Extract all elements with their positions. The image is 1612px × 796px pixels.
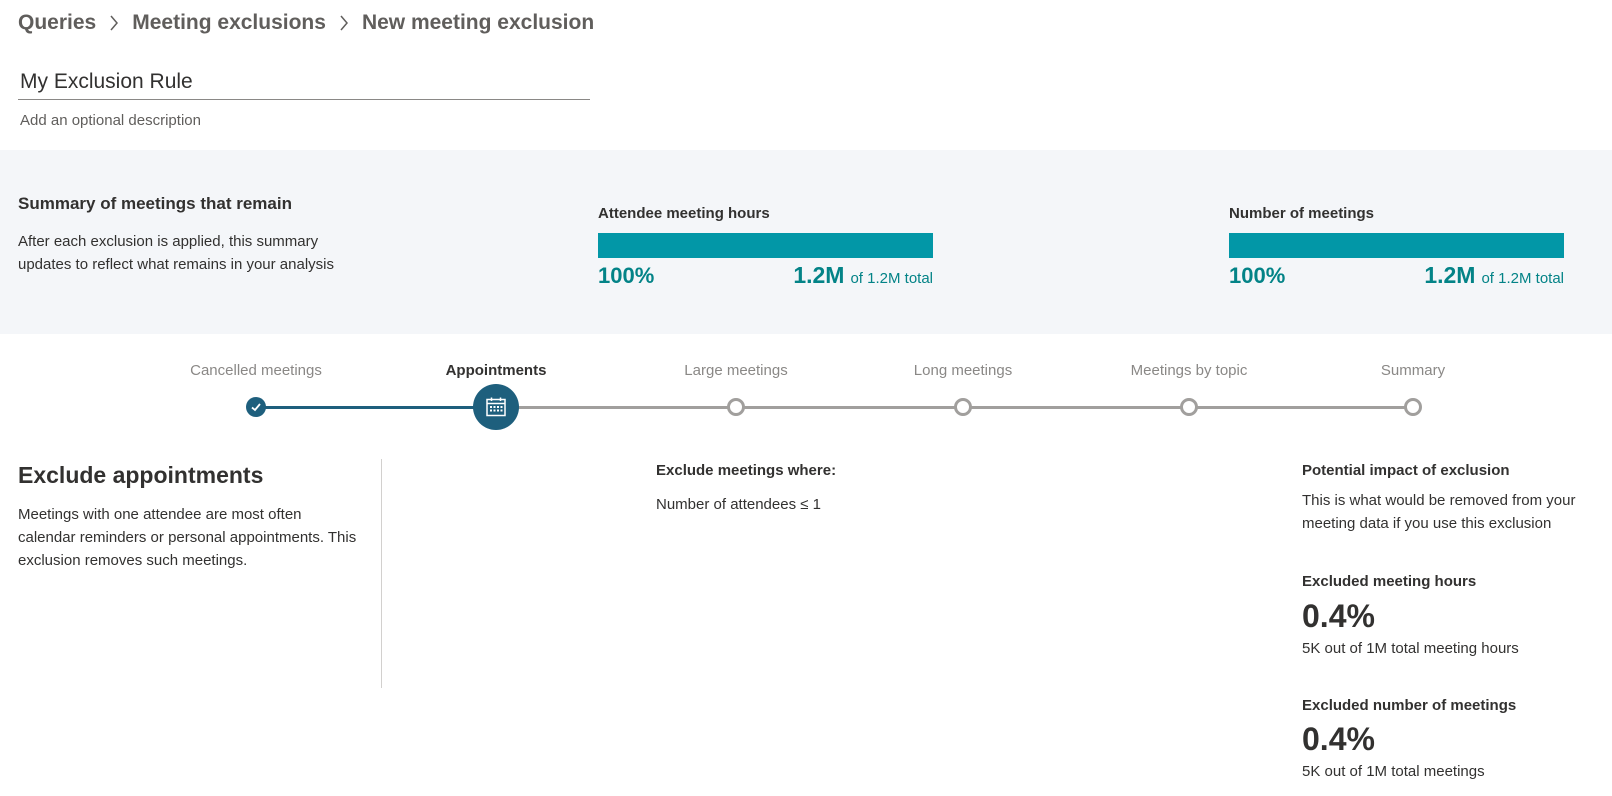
step-node-summary[interactable] bbox=[1404, 398, 1422, 416]
calendar-icon bbox=[486, 397, 506, 417]
step-label-large-meetings[interactable]: Large meetings bbox=[684, 362, 787, 379]
step-label-meetings-by-topic[interactable]: Meetings by topic bbox=[1131, 362, 1248, 379]
exclusion-condition: Number of attendees ≤ 1 bbox=[656, 496, 821, 513]
exclusion-description: Meetings with one attendee are most ofte… bbox=[18, 506, 357, 569]
metric-value: 1.2M bbox=[1424, 262, 1476, 288]
metric-label: Number of meetings bbox=[1229, 205, 1375, 222]
metric-value: 1.2M bbox=[793, 262, 845, 288]
metric-percent: 100% bbox=[598, 263, 655, 288]
step-label-cancelled-meetings[interactable]: Cancelled meetings bbox=[190, 362, 322, 379]
breadcrumb: Queries Meeting exclusions New meeting e… bbox=[18, 8, 594, 38]
metric-bar bbox=[598, 233, 933, 258]
metric-bar-fill bbox=[598, 233, 933, 258]
exclude-where-title: Exclude meetings where: bbox=[656, 462, 837, 479]
step-node-long-meetings[interactable] bbox=[954, 398, 972, 416]
metric-percent: 100% bbox=[1229, 263, 1286, 288]
metric-attendee-meeting-hours: Attendee meeting hours 100% 1.2M of 1.2M… bbox=[598, 205, 933, 289]
summary-title: Summary of meetings that remain bbox=[18, 194, 292, 213]
exclusion-stepper: Cancelled meetings Appointments Large me… bbox=[0, 345, 1612, 435]
step-node-meetings-by-topic[interactable] bbox=[1180, 398, 1198, 416]
breadcrumb-meeting-exclusions[interactable]: Meeting exclusions bbox=[132, 11, 326, 35]
summary-panel: Summary of meetings that remain After ea… bbox=[0, 150, 1612, 334]
metric-number-of-meetings: Number of meetings 100% 1.2M of 1.2M tot… bbox=[1229, 205, 1564, 289]
description-input[interactable] bbox=[18, 108, 590, 132]
section-divider bbox=[381, 459, 382, 688]
excluded-meetings-subtext: 5K out of 1M total meetings bbox=[1302, 763, 1485, 780]
excluded-meetings-value: 0.4% bbox=[1302, 721, 1375, 757]
stepper-line-completed bbox=[256, 406, 496, 409]
excluded-hours-subtext: 5K out of 1M total meeting hours bbox=[1302, 640, 1519, 657]
step-label-appointments[interactable]: Appointments bbox=[446, 362, 547, 379]
chevron-right-icon bbox=[326, 8, 362, 38]
excluded-meetings-label: Excluded number of meetings bbox=[1302, 697, 1517, 714]
excluded-hours-value: 0.4% bbox=[1302, 598, 1375, 634]
excluded-hours-label: Excluded meeting hours bbox=[1302, 573, 1477, 590]
chevron-right-icon bbox=[96, 8, 132, 38]
metric-total: of 1.2M total bbox=[1481, 270, 1564, 287]
step-label-long-meetings[interactable]: Long meetings bbox=[914, 362, 1012, 379]
impact-title: Potential impact of exclusion bbox=[1302, 462, 1510, 479]
breadcrumb-current-page: New meeting exclusion bbox=[361, 11, 595, 34]
checkmark-icon bbox=[251, 403, 261, 412]
breadcrumb-queries[interactable]: Queries bbox=[18, 11, 96, 35]
metric-label: Attendee meeting hours bbox=[598, 205, 770, 222]
step-label-summary[interactable]: Summary bbox=[1381, 362, 1445, 379]
step-node-appointments[interactable] bbox=[473, 384, 519, 430]
metric-bar-fill bbox=[1229, 233, 1564, 258]
impact-description: This is what would be removed from your … bbox=[1302, 492, 1576, 532]
exclusion-name-input[interactable] bbox=[18, 64, 590, 100]
metric-total: of 1.2M total bbox=[850, 270, 933, 287]
summary-description: After each exclusion is applied, this su… bbox=[18, 233, 334, 273]
step-node-large-meetings[interactable] bbox=[727, 398, 745, 416]
metric-bar bbox=[1229, 233, 1564, 258]
step-node-cancelled-meetings[interactable] bbox=[246, 397, 266, 417]
exclusion-title: Exclude appointments bbox=[18, 462, 264, 488]
